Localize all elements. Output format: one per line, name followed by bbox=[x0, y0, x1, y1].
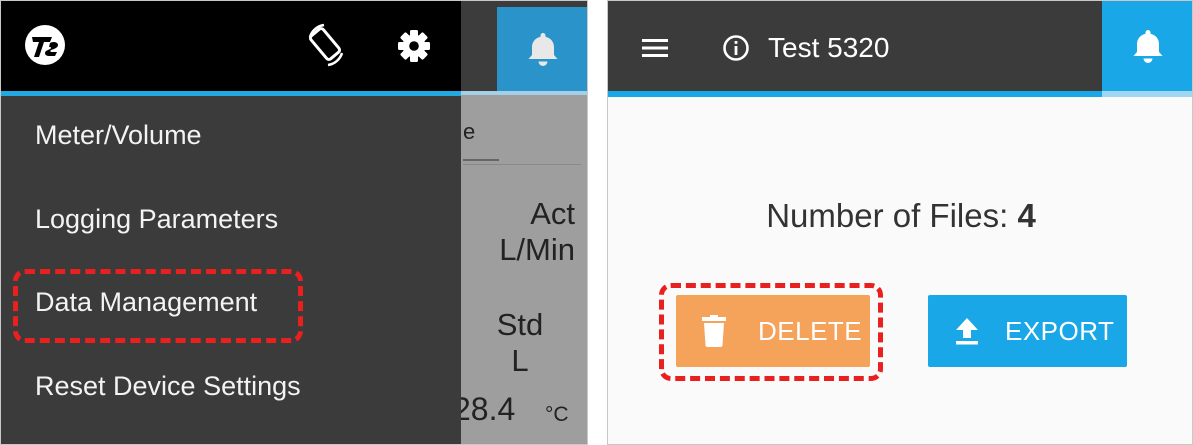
std-unit-text: L bbox=[511, 343, 529, 378]
menu-item-reset-device-settings[interactable]: Reset Device Settings bbox=[35, 370, 301, 402]
background-divider bbox=[463, 164, 581, 165]
background-reading-unit: °C bbox=[545, 403, 569, 426]
tsi-logo bbox=[25, 25, 65, 65]
act-text: Act bbox=[530, 196, 575, 231]
file-count-value: 4 bbox=[1017, 197, 1036, 234]
menu-item-meter-volume[interactable]: Meter/Volume bbox=[35, 119, 202, 151]
highlight-delete-button bbox=[659, 283, 883, 381]
export-button[interactable]: EXPORT bbox=[928, 295, 1127, 367]
background-reading-value: 28.4 bbox=[453, 391, 516, 427]
hamburger-icon[interactable] bbox=[640, 37, 670, 59]
bell-icon bbox=[528, 33, 558, 66]
background-tab-fragment: e bbox=[463, 119, 476, 144]
background-tab-indicator bbox=[463, 159, 499, 161]
std-text: Std bbox=[496, 307, 544, 342]
info-icon[interactable] bbox=[722, 34, 750, 62]
menu-item-logging-parameters[interactable]: Logging Parameters bbox=[35, 203, 278, 235]
navigation-drawer-screenshot: e Act L/Min Std L 28.4 °C Meter/Volume L… bbox=[0, 0, 588, 445]
export-label: EXPORT bbox=[1005, 315, 1115, 346]
screen-rotation-icon[interactable] bbox=[306, 23, 346, 67]
app-header: Test 5320 bbox=[608, 1, 1102, 91]
header-accent-bar bbox=[608, 91, 1102, 97]
file-count-label: Number of Files: bbox=[766, 197, 1009, 234]
page-title: Test 5320 bbox=[768, 32, 890, 63]
highlight-data-management bbox=[13, 269, 303, 343]
data-management-screenshot: Test 5320 Number of Files: 4 DELETE EXPO… bbox=[607, 0, 1193, 445]
gear-icon[interactable] bbox=[397, 29, 431, 63]
background-act-label: Act L/Min bbox=[463, 196, 575, 268]
drawer-accent-bar bbox=[1, 91, 461, 96]
notification-button[interactable] bbox=[1102, 1, 1192, 91]
file-count-row: Number of Files: 4 bbox=[608, 197, 1192, 235]
act-unit-text: L/Min bbox=[499, 232, 575, 267]
bell-icon bbox=[1133, 30, 1163, 63]
drawer-header bbox=[1, 1, 461, 91]
nav-drawer: Meter/Volume Logging Parameters Data Man… bbox=[1, 1, 461, 444]
background-std-label: Std L bbox=[479, 307, 561, 379]
upload-icon bbox=[956, 318, 978, 345]
background-notification-button[interactable] bbox=[497, 7, 587, 91]
header-accent-bar-light bbox=[1102, 91, 1192, 97]
